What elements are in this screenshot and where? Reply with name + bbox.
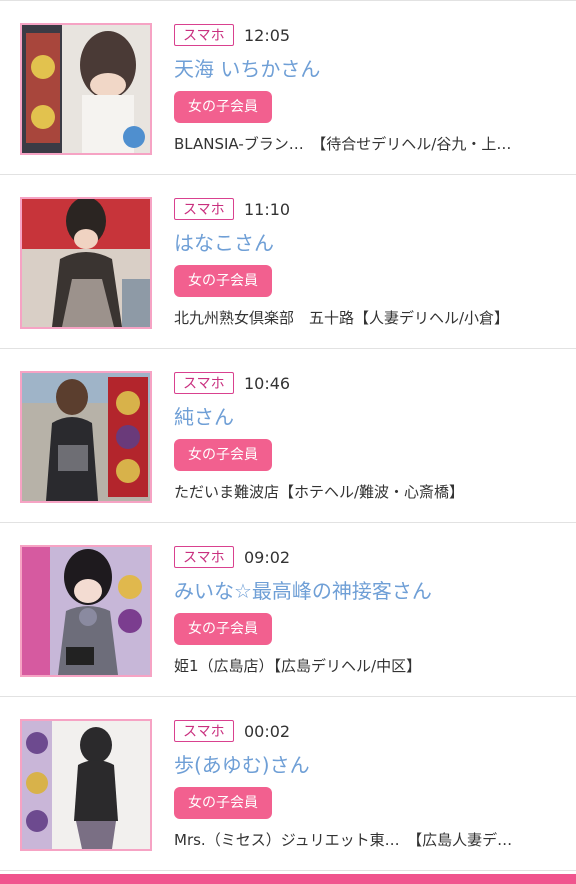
profile-photo[interactable] xyxy=(20,197,152,329)
girl-name-link[interactable]: 純さん xyxy=(174,403,234,431)
post-list: スマホ 12:05 天海 いちかさん 女の子会員 BLANSIA-ブラン… 【待… xyxy=(0,0,576,875)
post-time: 12:05 xyxy=(244,26,291,45)
post-time: 09:02 xyxy=(244,548,291,567)
list-item[interactable]: スマホ 00:02 歩(あゆむ)さん 女の子会員 Mrs.（ミセス）ジュリエット… xyxy=(0,697,576,871)
device-badge: スマホ xyxy=(174,198,234,220)
profile-photo[interactable] xyxy=(20,719,152,851)
member-badge: 女の子会員 xyxy=(174,787,272,819)
device-badge: スマホ xyxy=(174,372,234,394)
post-time: 00:02 xyxy=(244,722,291,741)
girl-name-link[interactable]: みいな☆最高峰の神接客さん xyxy=(174,577,432,605)
bottom-accent-bar xyxy=(0,874,576,884)
member-badge: 女の子会員 xyxy=(174,439,272,471)
profile-photo[interactable] xyxy=(20,23,152,155)
shop-info[interactable]: Mrs.（ミセス）ジュリエット東… 【広島人妻デ… xyxy=(174,829,564,851)
shop-info[interactable]: 姫1（広島店）【広島デリヘル/中区】 xyxy=(174,655,564,677)
device-badge: スマホ xyxy=(174,720,234,742)
girl-name-link[interactable]: はなこさん xyxy=(174,229,274,257)
list-item[interactable]: スマホ 11:10 はなこさん 女の子会員 北九州熟女倶楽部 五十路【人妻デリヘ… xyxy=(0,175,576,349)
device-badge: スマホ xyxy=(174,24,234,46)
post-time: 11:10 xyxy=(244,200,291,219)
list-item[interactable]: スマホ 10:46 純さん 女の子会員 ただいま難波店【ホテヘル/難波・心斎橋】 xyxy=(0,349,576,523)
profile-photo[interactable] xyxy=(20,545,152,677)
member-badge: 女の子会員 xyxy=(174,265,272,297)
profile-photo[interactable] xyxy=(20,371,152,503)
member-badge: 女の子会員 xyxy=(174,91,272,123)
list-item[interactable]: スマホ 12:05 天海 いちかさん 女の子会員 BLANSIA-ブラン… 【待… xyxy=(0,1,576,175)
member-badge: 女の子会員 xyxy=(174,613,272,645)
girl-name-link[interactable]: 歩(あゆむ)さん xyxy=(174,751,310,779)
shop-info[interactable]: BLANSIA-ブラン… 【待合せデリヘル/谷九・上… xyxy=(174,133,564,155)
shop-info[interactable]: 北九州熟女倶楽部 五十路【人妻デリヘル/小倉】 xyxy=(174,307,564,329)
device-badge: スマホ xyxy=(174,546,234,568)
post-time: 10:46 xyxy=(244,374,291,393)
shop-info[interactable]: ただいま難波店【ホテヘル/難波・心斎橋】 xyxy=(174,481,564,503)
girl-name-link[interactable]: 天海 いちかさん xyxy=(174,55,320,83)
list-item[interactable]: スマホ 09:02 みいな☆最高峰の神接客さん 女の子会員 姫1（広島店）【広島… xyxy=(0,523,576,697)
